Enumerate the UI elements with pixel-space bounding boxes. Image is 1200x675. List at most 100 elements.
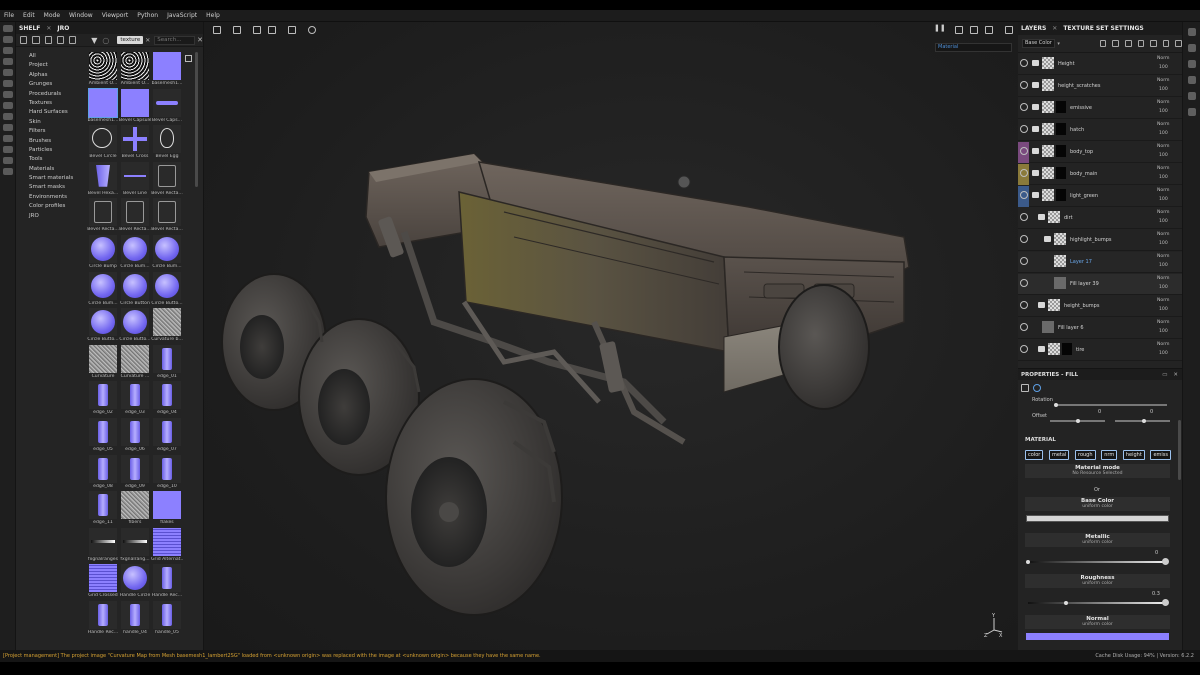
shelf-asset[interactable]: basemesh1... [151, 52, 183, 88]
folder-icon[interactable] [1032, 104, 1039, 110]
shelf-asset[interactable]: Bevel Recta... [87, 198, 119, 234]
menu-file[interactable]: File [4, 12, 14, 19]
close-icon[interactable]: ✕ [1052, 25, 1057, 32]
channel-toggle-color[interactable]: color [1025, 450, 1044, 460]
layer-row[interactable]: body_top Norm 100 [1018, 142, 1182, 163]
pause-icon[interactable]: ❚❚ [934, 24, 946, 34]
chevron-down-icon[interactable]: ▾ [1057, 41, 1060, 47]
visibility-eye-icon[interactable] [1020, 81, 1028, 89]
shelf-asset[interactable]: edge_04 [151, 381, 183, 417]
shelf-asset[interactable]: Circle Butto... [87, 308, 119, 344]
layer-row[interactable]: height_bumps Norm 100 [1018, 296, 1182, 317]
picker-icon[interactable] [2, 91, 13, 98]
shelf-asset[interactable]: fibers [119, 491, 151, 527]
polygon-fill-icon[interactable] [2, 102, 13, 109]
folder-icon[interactable] [1038, 302, 1045, 308]
add-paint-layer-icon[interactable] [1125, 40, 1132, 47]
shelf-asset[interactable]: handle_05 [151, 601, 183, 637]
visibility-eye-icon[interactable] [1020, 103, 1028, 111]
shelf-asset[interactable]: Handle Rec... [87, 601, 119, 637]
folder-icon[interactable] [1038, 214, 1045, 220]
shelf-category-procedurals[interactable]: Procedurals [26, 90, 84, 99]
smudge-icon[interactable] [2, 69, 13, 76]
layer-row[interactable]: body_main Norm 100 [1018, 164, 1182, 185]
visibility-eye-icon[interactable] [1020, 147, 1028, 155]
history-icon[interactable] [308, 26, 316, 34]
layer-row[interactable]: Fill layer 39 Norm 100 [1018, 274, 1182, 295]
layer-opacity[interactable]: 100 [1159, 175, 1168, 180]
info-icon[interactable] [2, 168, 13, 175]
shelf-category-all[interactable]: All [26, 52, 84, 61]
layer-opacity[interactable]: 100 [1159, 219, 1168, 224]
shelf-category-tools[interactable]: Tools [26, 155, 84, 164]
shelf-asset[interactable]: basemesh1... [87, 87, 119, 125]
shelf-asset[interactable]: Curvature [87, 344, 119, 381]
shelf-asset[interactable]: Curvature b... [151, 308, 183, 344]
shelf-asset[interactable]: Bevel Line [119, 161, 151, 198]
visibility-eye-icon[interactable] [1020, 323, 1028, 331]
object-icon[interactable] [970, 26, 978, 34]
shelf-category-grunges[interactable]: Grunges [26, 80, 84, 89]
clear-search-icon[interactable]: ✕ [197, 36, 203, 44]
layer-blend-mode[interactable]: Norm [1157, 122, 1170, 127]
shelf-asset[interactable]: fxgnalrang... [119, 527, 151, 564]
projection-icon[interactable] [2, 47, 13, 54]
material-mode-block[interactable]: Material mode No Resource Selected [1025, 464, 1170, 478]
shelf-asset[interactable]: Circle Bum... [119, 235, 151, 271]
menu-viewport[interactable]: Viewport [102, 12, 129, 19]
clone-icon[interactable] [2, 80, 13, 87]
roughness-slider[interactable] [1028, 602, 1164, 604]
layer-blend-mode[interactable]: Norm [1157, 144, 1170, 149]
shelf-scrollbar[interactable] [195, 52, 198, 187]
layer-row[interactable]: dirt Norm 100 [1018, 208, 1182, 229]
shelf-asset[interactable]: Bevel Caps... [151, 88, 183, 125]
log-icon[interactable] [2, 157, 13, 164]
shelf-asset[interactable]: Ambient O... [119, 52, 151, 88]
shelf-asset[interactable]: Handle Circle [119, 564, 151, 600]
layer-opacity[interactable]: 100 [1159, 285, 1168, 290]
folder-icon[interactable] [1032, 126, 1039, 132]
layer-blend-mode[interactable]: Norm [1157, 254, 1170, 259]
shelf-asset[interactable]: edge_01 [151, 344, 183, 381]
normal-block[interactable]: Normal uniform color [1025, 615, 1170, 629]
material-mode-select[interactable]: Material [935, 43, 1012, 52]
rotation-slider-handle[interactable] [1054, 403, 1058, 407]
settings-icon[interactable] [2, 124, 13, 131]
normal-color-swatch[interactable] [1026, 633, 1169, 640]
filter-icon[interactable]: ▼ [91, 36, 97, 45]
3d-viewport[interactable] [204, 22, 1018, 650]
grid-icon[interactable] [213, 26, 221, 34]
shelf-asset[interactable]: fxgnalranges [87, 527, 119, 564]
layer-opacity[interactable]: 100 [1159, 197, 1168, 202]
fill-properties-icon[interactable] [1021, 384, 1029, 392]
shelf-asset[interactable]: handle_04 [119, 601, 151, 637]
layer-row[interactable]: highlight_bumps Norm 100 [1018, 230, 1182, 251]
menu-edit[interactable]: Edit [23, 12, 35, 19]
tile-icon[interactable] [233, 26, 241, 34]
layer-row[interactable]: height_scratches Norm 100 [1018, 76, 1182, 97]
menu-python[interactable]: Python [137, 12, 158, 19]
symmetry-icon[interactable] [253, 26, 261, 34]
frame-icon[interactable] [288, 26, 296, 34]
layer-opacity[interactable]: 100 [1159, 329, 1168, 334]
view-mode-icon[interactable] [955, 26, 963, 34]
offset-y-slider-handle[interactable] [1142, 419, 1146, 423]
shelf-asset[interactable]: Bevel Recta... [151, 161, 183, 198]
shelf-asset[interactable]: Bevel Recta... [151, 198, 183, 234]
visibility-eye-icon[interactable] [1020, 257, 1028, 265]
channel-toggle-nrm[interactable]: nrm [1101, 450, 1118, 460]
new-folder-icon[interactable] [20, 36, 28, 44]
shelf-category-alphas[interactable]: Alphas [26, 71, 84, 80]
folder-icon[interactable] [1032, 170, 1039, 176]
shelf-asset[interactable]: Circle Bum... [151, 235, 183, 271]
display-settings-icon[interactable] [1187, 60, 1196, 68]
layer-row[interactable]: light_green Norm 100 [1018, 186, 1182, 207]
shelf-category-skin[interactable]: Skin [26, 118, 84, 127]
layer-blend-mode[interactable]: Norm [1157, 320, 1170, 325]
visibility-eye-icon[interactable] [1020, 169, 1028, 177]
log-panel-icon[interactable] [1187, 108, 1196, 116]
shelf-asset[interactable]: edge_08 [87, 454, 119, 491]
shelf-asset[interactable]: Circle Butto... [151, 271, 183, 308]
layer-opacity[interactable]: 100 [1159, 307, 1168, 312]
layer-opacity[interactable]: 100 [1159, 87, 1168, 92]
